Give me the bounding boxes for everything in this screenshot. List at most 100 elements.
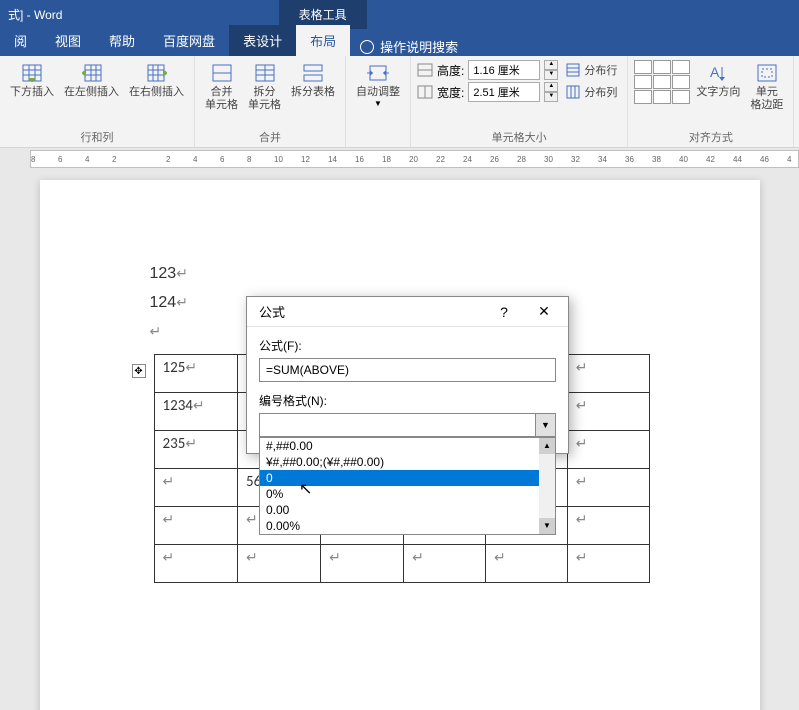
ruler-mark: 2 [112,155,116,164]
height-spinner[interactable]: ▲▼ [544,60,558,80]
ruler-mark: 32 [571,155,580,164]
table-move-handle[interactable]: ✥ [132,364,146,378]
dropdown-option[interactable]: ¥#,##0.00;(¥#,##0.00) [260,454,555,470]
dropdown-option[interactable]: 0.00 [260,502,555,518]
table-cell[interactable]: ↵ [154,507,238,545]
title-text: 式] - Word [8,6,62,23]
tab-layout[interactable]: 布局 [296,25,350,56]
doc-line-1: 123↵ [150,260,650,289]
table-cell[interactable]: ↵ [321,545,404,583]
table-cell[interactable]: ↵ [567,469,649,507]
table-cell[interactable]: ↵ [567,355,649,393]
align-bottom-right[interactable] [672,90,690,104]
ruler-mark: 34 [598,155,607,164]
number-format-dropdown: #,##0.00¥#,##0.00;(¥#,##0.00)00%0.000.00… [259,437,556,535]
insert-left-label: 在左侧插入 [64,86,119,99]
insert-right-button[interactable]: 在右侧插入 [125,60,188,101]
tab-baidu[interactable]: 百度网盘 [149,25,229,56]
scroll-down-button[interactable]: ▼ [539,518,555,534]
ruler-mark: 4 [193,155,197,164]
merge-cells-button[interactable]: 合并 单元格 [201,60,242,114]
table-cell[interactable]: ↵ [567,393,649,431]
ruler-mark: 42 [706,155,715,164]
table-cell[interactable]: ↵ [238,545,321,583]
ruler-mark: 36 [625,155,634,164]
tell-me-search[interactable]: 操作说明搜索 [350,37,468,56]
ribbon-group-rows-cols: 下方插入 在左侧插入 在右侧插入 行和列 [0,56,195,147]
width-input[interactable] [468,82,540,102]
text-direction-button[interactable]: A 文字方向 [692,60,744,101]
ruler-mark: 18 [382,155,391,164]
split-cells-button[interactable]: 拆分 单元格 [244,60,285,114]
distribute-rows-button[interactable]: 分布行 [562,60,621,80]
insert-below-label: 下方插入 [10,86,54,99]
table-cell[interactable]: ↵ [154,545,238,583]
align-top-right[interactable] [672,60,690,74]
dialog-titlebar[interactable]: 公式 ? ✕ [247,297,568,327]
formula-label: 公式(F): [259,337,556,354]
table-cell[interactable]: 235↵ [154,431,238,469]
align-bottom-left[interactable] [634,90,652,104]
align-middle-right[interactable] [672,75,690,89]
table-cell[interactable]: ↵ [154,469,238,507]
dropdown-option[interactable]: 0% [260,486,555,502]
dropdown-option[interactable]: #,##0.00 [260,438,555,454]
ruler-mark: 28 [517,155,526,164]
tab-review[interactable]: 阅 [0,25,41,56]
horizontal-ruler[interactable]: 8642246810121416182022242628303234363840… [30,150,799,168]
split-table-button[interactable]: 拆分表格 [287,60,339,101]
ruler-mark: 40 [679,155,688,164]
width-spinner[interactable]: ▲▼ [544,82,558,102]
distribute-cols-button[interactable]: 分布列 [562,82,621,102]
insert-left-button[interactable]: 在左侧插入 [60,60,123,101]
dialog-help-button[interactable]: ? [488,300,520,324]
table-cell[interactable]: 125↵ [154,355,238,393]
ruler-mark: 44 [733,155,742,164]
tell-me-label: 操作说明搜索 [380,37,458,56]
title-bar: 式] - Word 表格工具 [0,0,799,28]
alignment-grid [634,60,690,104]
align-top-center[interactable] [653,60,671,74]
table-cell[interactable]: ↵ [567,431,649,469]
col-width-icon [417,85,433,99]
scroll-up-button[interactable]: ▲ [539,438,555,454]
insert-below-button[interactable]: 下方插入 [6,60,58,101]
dropdown-scrollbar[interactable]: ▲ ▼ [539,438,555,534]
dropdown-option[interactable]: 0 [260,470,555,486]
split-cells-label: 拆分 单元格 [248,86,281,112]
cell-margins-button[interactable]: 单元 格边距 [746,60,787,114]
tab-view[interactable]: 视图 [41,25,95,56]
merge-cells-label: 合并 单元格 [205,86,238,112]
width-label: 宽度: [437,84,464,101]
ruler-mark: 8 [247,155,251,164]
table-cell[interactable]: ↵ [485,545,567,583]
merge-group-label: 合并 [201,127,339,145]
ruler-mark: 6 [220,155,224,164]
table-cell[interactable]: 1234↵ [154,393,238,431]
ribbon-group-merge: 合并 单元格 拆分 单元格 拆分表格 合并 [195,56,346,147]
align-middle-center[interactable] [653,75,671,89]
ruler-mark: 2 [166,155,170,164]
ruler-mark: 4 [787,155,791,164]
number-format-combo[interactable] [259,413,556,437]
dialog-close-button[interactable]: ✕ [528,300,560,324]
ruler-mark: 6 [58,155,62,164]
table-row: ↵↵↵↵↵↵ [154,545,649,583]
tab-help[interactable]: 帮助 [95,25,149,56]
align-top-left[interactable] [634,60,652,74]
align-middle-left[interactable] [634,75,652,89]
autofit-button[interactable]: 自动调整 ▼ [352,60,404,110]
align-bottom-center[interactable] [653,90,671,104]
dropdown-option[interactable]: 0.00% [260,518,555,534]
ruler-mark: 30 [544,155,553,164]
ruler-mark: 4 [85,155,89,164]
tab-table-design[interactable]: 表设计 [229,25,296,56]
formula-input[interactable] [259,358,556,382]
table-cell[interactable]: ↵ [404,545,486,583]
height-input[interactable] [468,60,540,80]
combo-dropdown-button[interactable]: ▼ [535,414,555,436]
ribbon: 下方插入 在左侧插入 在右侧插入 行和列 合并 单元格 拆分 单元格 [0,56,799,148]
table-cell[interactable]: ↵ [567,507,649,545]
table-cell[interactable]: ↵ [567,545,649,583]
ruler-mark: 38 [652,155,661,164]
